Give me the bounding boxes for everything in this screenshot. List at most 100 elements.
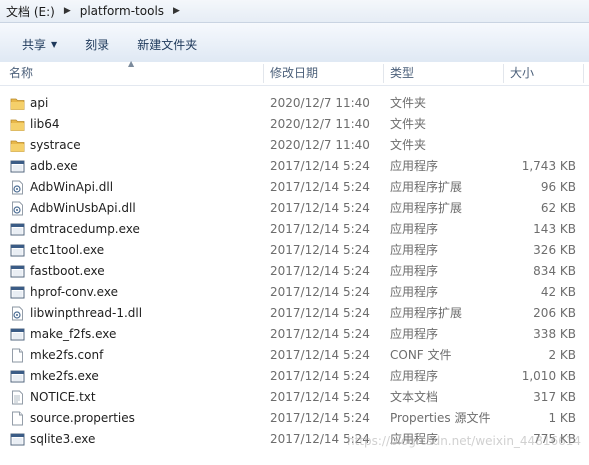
chevron-down-icon: ▼	[51, 40, 58, 49]
file-type: 应用程序扩展	[390, 306, 463, 320]
file-size: 338 KB	[533, 327, 576, 341]
dll-icon	[10, 180, 25, 195]
new-folder-button[interactable]: 新建文件夹	[123, 23, 211, 66]
file-modified-date: 2017/12/14 5:24	[270, 411, 370, 425]
column-name[interactable]: 名称	[9, 62, 33, 85]
file-size: 42 KB	[540, 285, 576, 299]
file-modified-date: 2020/12/7 11:40	[270, 117, 370, 131]
file-type: CONF 文件	[390, 348, 452, 362]
file-row[interactable]: source.properties 2017/12/14 5:24 Properti…	[0, 408, 589, 429]
breadcrumb-arrow-icon[interactable]: ▶	[166, 6, 187, 16]
file-size: 62 KB	[540, 201, 576, 215]
file-name: etc1tool.exe	[30, 243, 105, 257]
file-type: 应用程序	[390, 243, 439, 257]
file-name: mke2fs.exe	[30, 369, 99, 383]
file-type: 应用程序	[390, 327, 439, 341]
file-row[interactable]: mke2fs.conf 2017/12/14 5:24 CONF 文件 2 KB	[0, 345, 589, 366]
file-row[interactable]: make_f2fs.exe 2017/12/14 5:24 应用程序 338 KB	[0, 324, 589, 345]
exe-icon	[10, 243, 25, 258]
burn-button[interactable]: 刻录	[71, 23, 123, 66]
file-size: 2 KB	[548, 348, 576, 362]
file-modified-date: 2017/12/14 5:24	[270, 327, 370, 341]
file-type: 文件夹	[390, 96, 427, 110]
file-name: AdbWinApi.dll	[30, 180, 114, 194]
file-name: AdbWinUsbApi.dll	[30, 201, 136, 215]
column-type[interactable]: 类型	[390, 62, 414, 85]
file-size: 96 KB	[540, 180, 576, 194]
file-name: NOTICE.txt	[30, 390, 96, 404]
breadcrumb-drive[interactable]: 文档 (E:)	[0, 3, 57, 20]
file-icon	[10, 348, 25, 363]
column-header: ▲ 名称 修改日期 类型 大小	[0, 59, 589, 86]
file-row[interactable]: lib64 2020/12/7 11:40 文件夹	[0, 114, 589, 135]
file-name: lib64	[30, 117, 60, 131]
column-divider[interactable]	[583, 64, 584, 83]
file-name: hprof-conv.exe	[30, 285, 118, 299]
file-modified-date: 2017/12/14 5:24	[270, 369, 370, 383]
file-name: libwinpthread-1.dll	[30, 306, 143, 320]
file-name: adb.exe	[30, 159, 78, 173]
file-name: mke2fs.conf	[30, 348, 104, 362]
file-row[interactable]: mke2fs.exe 2017/12/14 5:24 应用程序 1,010 KB	[0, 366, 589, 387]
file-modified-date: 2017/12/14 5:24	[270, 285, 370, 299]
file-modified-date: 2017/12/14 5:24	[270, 306, 370, 320]
file-size: 1,743 KB	[521, 159, 576, 173]
file-type: 应用程序	[390, 369, 439, 383]
file-type: 应用程序	[390, 285, 439, 299]
file-icon	[10, 411, 25, 426]
dll-icon	[10, 201, 25, 216]
file-type: 文件夹	[390, 138, 427, 152]
watermark: https://blog.csdn.net/weixin_44816614	[346, 434, 581, 448]
file-modified-date: 2020/12/7 11:40	[270, 138, 370, 152]
file-name: api	[30, 96, 49, 110]
breadcrumb-arrow-icon[interactable]: ▶	[57, 6, 78, 16]
file-name: make_f2fs.exe	[30, 327, 117, 341]
file-name: fastboot.exe	[30, 264, 105, 278]
file-modified-date: 2017/12/14 5:24	[270, 159, 370, 173]
dll-icon	[10, 306, 25, 321]
new-folder-label: 新建文件夹	[137, 38, 198, 52]
exe-icon	[10, 327, 25, 342]
file-size: 317 KB	[533, 390, 576, 404]
file-size: 1 KB	[548, 411, 576, 425]
file-type: Properties 源文件	[390, 411, 491, 425]
file-row[interactable]: libwinpthread-1.dll 2017/12/14 5:24 应用程序扩展…	[0, 303, 589, 324]
column-divider[interactable]	[383, 64, 384, 83]
file-type: 应用程序	[390, 222, 439, 236]
column-modified[interactable]: 修改日期	[270, 62, 318, 85]
command-toolbar: 共享 ▼ 刻录 新建文件夹	[0, 23, 589, 67]
file-row[interactable]: dmtracedump.exe 2017/12/14 5:24 应用程序 143 KB	[0, 219, 589, 240]
file-type: 应用程序扩展	[390, 201, 463, 215]
file-row[interactable]: adb.exe 2017/12/14 5:24 应用程序 1,743 KB	[0, 156, 589, 177]
burn-label: 刻录	[85, 38, 110, 52]
file-size: 326 KB	[533, 243, 576, 257]
file-row[interactable]: etc1tool.exe 2017/12/14 5:24 应用程序 326 KB	[0, 240, 589, 261]
file-row[interactable]: NOTICE.txt 2017/12/14 5:24 文本文档 317 KB	[0, 387, 589, 408]
share-button[interactable]: 共享 ▼	[0, 23, 71, 66]
file-row[interactable]: api 2020/12/7 11:40 文件夹	[0, 93, 589, 114]
file-type: 应用程序	[390, 159, 439, 173]
folder-icon	[10, 117, 25, 132]
text-file-icon	[10, 390, 25, 405]
column-size[interactable]: 大小	[510, 62, 534, 85]
column-divider[interactable]	[263, 64, 264, 83]
file-row[interactable]: AdbWinUsbApi.dll 2017/12/14 5:24 应用程序扩展 62 …	[0, 198, 589, 219]
file-row[interactable]: systrace 2020/12/7 11:40 文件夹	[0, 135, 589, 156]
file-row[interactable]: hprof-conv.exe 2017/12/14 5:24 应用程序 42 KB	[0, 282, 589, 303]
exe-icon	[10, 159, 25, 174]
file-size: 143 KB	[533, 222, 576, 236]
file-size: 1,010 KB	[521, 369, 576, 383]
file-modified-date: 2017/12/14 5:24	[270, 243, 370, 257]
file-row[interactable]: AdbWinApi.dll 2017/12/14 5:24 应用程序扩展 96 KB	[0, 177, 589, 198]
exe-icon	[10, 285, 25, 300]
file-modified-date: 2017/12/14 5:24	[270, 222, 370, 236]
address-bar[interactable]: 文档 (E:) ▶ platform-tools ▶	[0, 0, 589, 23]
column-divider[interactable]	[503, 64, 504, 83]
file-type: 应用程序扩展	[390, 180, 463, 194]
file-row[interactable]: fastboot.exe 2017/12/14 5:24 应用程序 834 KB	[0, 261, 589, 282]
breadcrumb-folder[interactable]: platform-tools	[78, 4, 166, 18]
file-modified-date: 2017/12/14 5:24	[270, 390, 370, 404]
exe-icon	[10, 432, 25, 447]
file-size: 834 KB	[533, 264, 576, 278]
exe-icon	[10, 369, 25, 384]
